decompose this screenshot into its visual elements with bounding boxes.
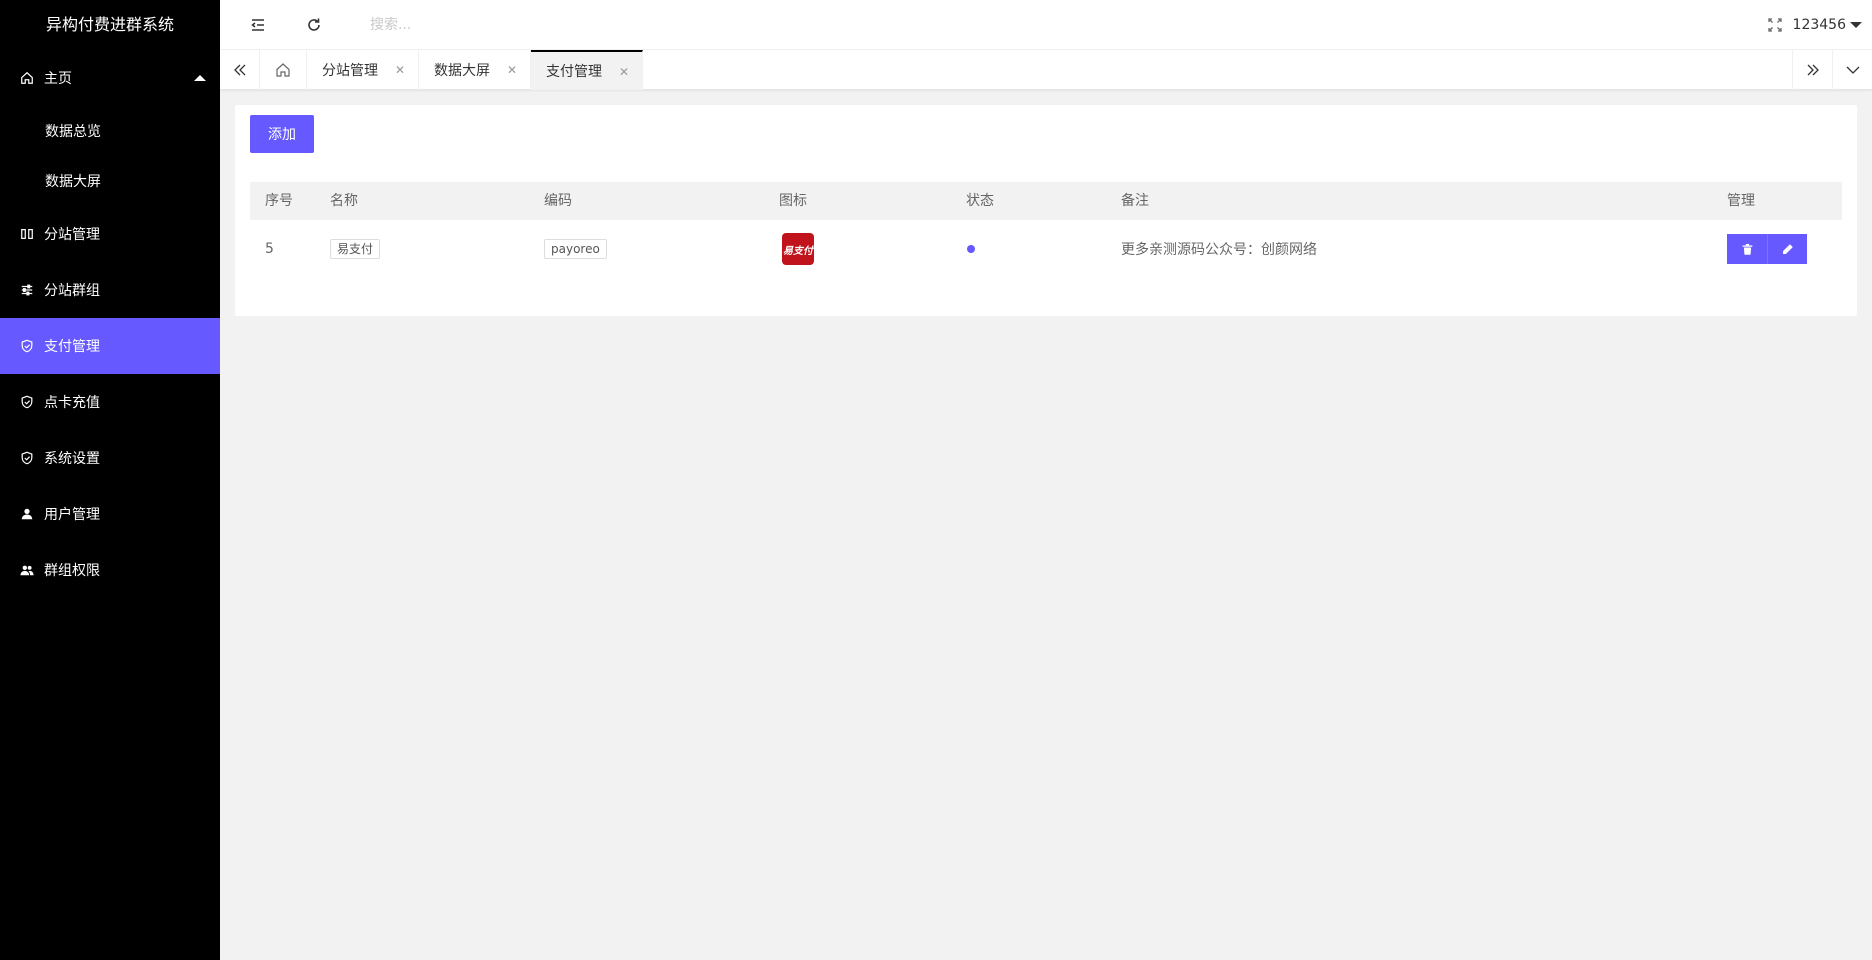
close-icon[interactable]: ✕ xyxy=(504,62,520,78)
tabs-scroll-left-icon[interactable] xyxy=(220,50,260,90)
caret-down-icon xyxy=(1850,22,1862,28)
sidebar-item-label: 支付管理 xyxy=(44,339,100,355)
tabs-scroll-right-icon[interactable] xyxy=(1792,50,1832,90)
tab-substation[interactable]: 分站管理 ✕ xyxy=(307,50,419,90)
sidebar-item-label: 分站管理 xyxy=(44,227,100,243)
edit-button[interactable] xyxy=(1767,234,1807,264)
status-dot-icon xyxy=(967,245,975,253)
cell-status xyxy=(967,220,975,278)
top-header: 123456 xyxy=(220,0,1872,50)
delete-button[interactable] xyxy=(1727,234,1767,264)
payment-logo-icon: 易支付 xyxy=(782,233,814,265)
sidebar-item-label: 群组权限 xyxy=(44,563,100,579)
sidebar-item-settings[interactable]: 系统设置 xyxy=(0,430,220,486)
content-card: 添加 序号 名称 编码 图标 状态 备注 管理 5 易支付 payoreo 易支… xyxy=(235,105,1857,316)
tabs-menu-chevron-down-icon[interactable] xyxy=(1832,50,1872,90)
home-icon xyxy=(20,71,34,85)
sidebar-item-label: 用户管理 xyxy=(44,507,100,523)
sidebar-item-home[interactable]: 主页 xyxy=(0,50,220,106)
sidebar-item-card-recharge[interactable]: 点卡充值 xyxy=(0,374,220,430)
col-header-code: 编码 xyxy=(544,193,572,209)
col-header-remark: 备注 xyxy=(1121,193,1149,209)
cell-manage xyxy=(1727,220,1807,278)
col-header-name: 名称 xyxy=(330,193,358,209)
sidebar-subitem-big-screen[interactable]: 数据大屏 xyxy=(0,156,220,206)
columns-icon xyxy=(20,227,34,241)
sidebar-item-substation-groups[interactable]: 分站群组 xyxy=(0,262,220,318)
col-header-status: 状态 xyxy=(966,193,994,209)
cell-name: 易支付 xyxy=(330,220,381,278)
table-row: 5 易支付 payoreo 易支付 更多亲测源码公众号：创颜网络 xyxy=(250,220,1842,278)
shield-check-icon xyxy=(20,451,34,465)
shield-check-icon xyxy=(20,395,34,409)
username: 123456 xyxy=(1792,17,1846,33)
sidebar-item-label: 系统设置 xyxy=(44,451,100,467)
col-header-index: 序号 xyxy=(265,193,293,209)
shield-check-icon xyxy=(20,339,34,353)
collapse-menu-icon[interactable] xyxy=(243,0,273,50)
sidebar-item-label: 点卡充值 xyxy=(44,395,100,411)
user-menu[interactable]: 123456 xyxy=(1793,0,1862,50)
sidebar-item-users[interactable]: 用户管理 xyxy=(0,486,220,542)
sidebar-item-label: 主页 xyxy=(44,71,72,87)
brand-title: 异构付费进群系统 xyxy=(45,15,174,34)
sidebar-item-label: 分站群组 xyxy=(44,283,100,299)
tabs-bar: 分站管理 ✕ 数据大屏 ✕ 支付管理 ✕ xyxy=(220,50,1872,90)
tab-label: 数据大屏 xyxy=(434,63,490,79)
sidebar: 异构付费进群系统 主页 数据总览 数据大屏 分站管理 分站群组 支付管理 点卡充… xyxy=(0,0,220,960)
cell-remark: 更多亲测源码公众号：创颜网络 xyxy=(1121,242,1317,258)
sidebar-item-payment[interactable]: 支付管理 xyxy=(0,318,220,374)
sidebar-item-group-permissions[interactable]: 群组权限 xyxy=(0,542,220,598)
col-header-icon: 图标 xyxy=(779,193,807,209)
sidebar-subitem-overview[interactable]: 数据总览 xyxy=(0,106,220,156)
tab-home-icon[interactable] xyxy=(260,50,307,90)
caret-up-icon xyxy=(194,75,206,81)
cell-code: payoreo xyxy=(544,220,607,278)
add-button[interactable]: 添加 xyxy=(250,115,314,153)
tab-label: 支付管理 xyxy=(546,64,602,80)
code-tag: payoreo xyxy=(544,239,607,259)
col-header-manage: 管理 xyxy=(1727,193,1755,209)
payment-table: 序号 名称 编码 图标 状态 备注 管理 5 易支付 payoreo 易支付 更… xyxy=(250,182,1842,278)
refresh-icon[interactable] xyxy=(299,0,329,50)
sliders-icon xyxy=(20,283,34,297)
user-icon xyxy=(20,507,34,521)
tab-big-screen[interactable]: 数据大屏 ✕ xyxy=(419,50,531,90)
close-icon[interactable]: ✕ xyxy=(392,62,408,78)
table-header: 序号 名称 编码 图标 状态 备注 管理 xyxy=(250,182,1842,220)
users-icon xyxy=(20,563,34,577)
pencil-icon xyxy=(1783,243,1793,254)
cell-icon: 易支付 xyxy=(782,220,814,278)
close-icon[interactable]: ✕ xyxy=(616,64,632,80)
name-tag: 易支付 xyxy=(330,239,381,259)
search-input[interactable] xyxy=(370,13,670,37)
fullscreen-icon[interactable] xyxy=(1760,0,1790,50)
cell-index: 5 xyxy=(265,241,274,257)
tab-payment[interactable]: 支付管理 ✕ xyxy=(531,50,643,90)
tab-label: 分站管理 xyxy=(322,63,378,79)
trash-icon xyxy=(1742,243,1752,255)
sidebar-item-substation[interactable]: 分站管理 xyxy=(0,206,220,262)
